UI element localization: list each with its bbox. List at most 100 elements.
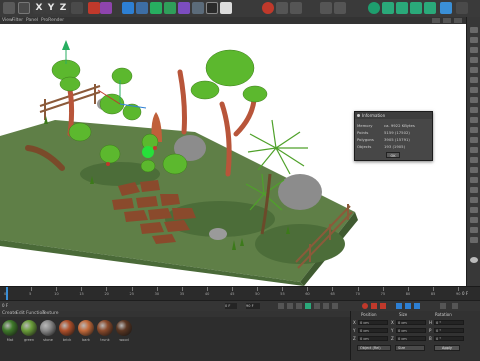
record-key-icon[interactable] xyxy=(362,303,368,309)
panel-icon[interactable] xyxy=(470,27,478,33)
play-icon[interactable] xyxy=(305,303,311,309)
render-view-icon[interactable] xyxy=(88,2,100,14)
auto-key-icon[interactable] xyxy=(371,303,377,309)
panel-icon[interactable] xyxy=(470,137,478,143)
dialog-titlebar[interactable]: Information xyxy=(355,112,432,119)
timeline-icon[interactable] xyxy=(440,303,446,309)
material-swatch[interactable] xyxy=(21,320,37,336)
axis-y-button[interactable]: Y xyxy=(45,2,57,14)
apply-button[interactable]: Apply xyxy=(434,345,460,351)
position-x-field[interactable]: 0 cm xyxy=(358,320,388,325)
panel-icon[interactable] xyxy=(470,217,478,223)
axis-x-button[interactable]: X xyxy=(33,2,45,14)
python-icon[interactable] xyxy=(440,2,452,14)
size-z-field[interactable]: 0 cm xyxy=(396,336,426,341)
go-start-icon[interactable] xyxy=(278,303,284,309)
material-menu-item[interactable]: Edit xyxy=(16,311,25,317)
recycle-icon[interactable] xyxy=(368,2,380,14)
selected-sphere[interactable] xyxy=(142,146,154,158)
panel-icon[interactable] xyxy=(470,67,478,73)
rotation-key-icon[interactable] xyxy=(414,303,420,309)
panel-icon[interactable] xyxy=(470,177,478,183)
render-settings-icon[interactable] xyxy=(100,2,112,14)
scale-key-icon[interactable] xyxy=(405,303,411,309)
material-swatch[interactable] xyxy=(40,320,56,336)
panel-icon[interactable] xyxy=(470,47,478,53)
menu-icon[interactable] xyxy=(452,303,458,309)
record-icon[interactable] xyxy=(262,2,274,14)
size-y-field[interactable]: 0 cm xyxy=(396,328,426,333)
gizmo-handle[interactable] xyxy=(106,162,110,166)
rotation-b-field[interactable]: 0 ° xyxy=(434,336,464,341)
xpresso-icon[interactable] xyxy=(410,2,422,14)
panel-icon[interactable] xyxy=(470,187,478,193)
material-swatch[interactable] xyxy=(2,320,18,336)
material-menu-item[interactable]: Create xyxy=(2,311,17,317)
material-swatch[interactable] xyxy=(78,320,94,336)
panel-icon[interactable] xyxy=(470,107,478,113)
coordinate-system-icon[interactable] xyxy=(71,2,83,14)
y-arrow-handle[interactable] xyxy=(62,40,70,50)
panel-icon[interactable] xyxy=(470,87,478,93)
deformer-icon[interactable] xyxy=(178,2,190,14)
cloner-icon[interactable] xyxy=(164,2,176,14)
sphere-icon[interactable] xyxy=(470,257,478,263)
max-frame-field[interactable]: 90 F xyxy=(246,303,260,309)
panel-icon[interactable] xyxy=(470,147,478,153)
rotation-p-field[interactable]: 0 ° xyxy=(434,328,464,333)
move-icon[interactable] xyxy=(432,18,440,23)
material-menu-item[interactable]: Texture xyxy=(42,311,58,317)
prev-key-icon[interactable] xyxy=(287,303,293,309)
panel-icon[interactable] xyxy=(470,37,478,43)
next-key-icon[interactable] xyxy=(323,303,329,309)
panel-icon[interactable] xyxy=(470,77,478,83)
keyframe-icon[interactable] xyxy=(380,303,386,309)
playhead[interactable] xyxy=(6,287,8,301)
panel-icon[interactable] xyxy=(470,97,478,103)
panel-icon[interactable] xyxy=(470,157,478,163)
sculpt-icon[interactable] xyxy=(334,2,346,14)
panel-icon[interactable] xyxy=(470,207,478,213)
timeline-ruler[interactable]: 051015202530354045505560657075808590 0 F xyxy=(0,286,480,301)
ok-button[interactable]: OK xyxy=(386,152,400,158)
undo-icon[interactable] xyxy=(3,2,15,14)
light-icon[interactable] xyxy=(220,2,232,14)
menu-prorender[interactable]: ProRender xyxy=(41,17,64,24)
snap-icon[interactable] xyxy=(276,2,288,14)
subdivision-icon[interactable] xyxy=(150,2,162,14)
camera-icon[interactable] xyxy=(206,2,218,14)
size-mode-dropdown[interactable]: Size xyxy=(395,345,425,351)
cube-icon[interactable] xyxy=(122,2,134,14)
panel-icon[interactable] xyxy=(470,197,478,203)
rotate-icon[interactable] xyxy=(454,18,462,23)
axis-z-button[interactable]: Z xyxy=(57,2,69,14)
tag-icon[interactable] xyxy=(396,2,408,14)
select-tool-icon[interactable] xyxy=(18,2,30,14)
coordinate-mode-dropdown[interactable]: Object (Rel) xyxy=(357,345,391,351)
rotation-h-field[interactable]: 0 ° xyxy=(434,320,464,325)
menu-panel[interactable]: Panel xyxy=(26,17,38,24)
panel-icon[interactable] xyxy=(470,117,478,123)
panel-icon[interactable] xyxy=(470,237,478,243)
hair-icon[interactable] xyxy=(424,2,436,14)
layout-icon[interactable] xyxy=(456,2,468,14)
mograph-icon[interactable] xyxy=(320,2,332,14)
workplane-icon[interactable] xyxy=(290,2,302,14)
size-x-field[interactable]: 0 cm xyxy=(396,320,426,325)
min-frame-field[interactable]: 0 F xyxy=(225,303,237,309)
go-end-icon[interactable] xyxy=(332,303,338,309)
position-z-field[interactable]: 0 cm xyxy=(358,336,388,341)
gizmo-handle[interactable] xyxy=(153,146,157,150)
pen-icon[interactable] xyxy=(136,2,148,14)
zoom-icon[interactable] xyxy=(443,18,451,23)
prev-frame-icon[interactable] xyxy=(296,303,302,309)
panel-icon[interactable] xyxy=(470,227,478,233)
layer-icon[interactable] xyxy=(382,2,394,14)
material-swatch[interactable] xyxy=(59,320,75,336)
position-y-field[interactable]: 0 cm xyxy=(358,328,388,333)
material-swatch[interactable] xyxy=(116,320,132,336)
scene-icon[interactable] xyxy=(192,2,204,14)
material-swatch[interactable] xyxy=(97,320,113,336)
panel-icon[interactable] xyxy=(470,127,478,133)
panel-icon[interactable] xyxy=(470,57,478,63)
